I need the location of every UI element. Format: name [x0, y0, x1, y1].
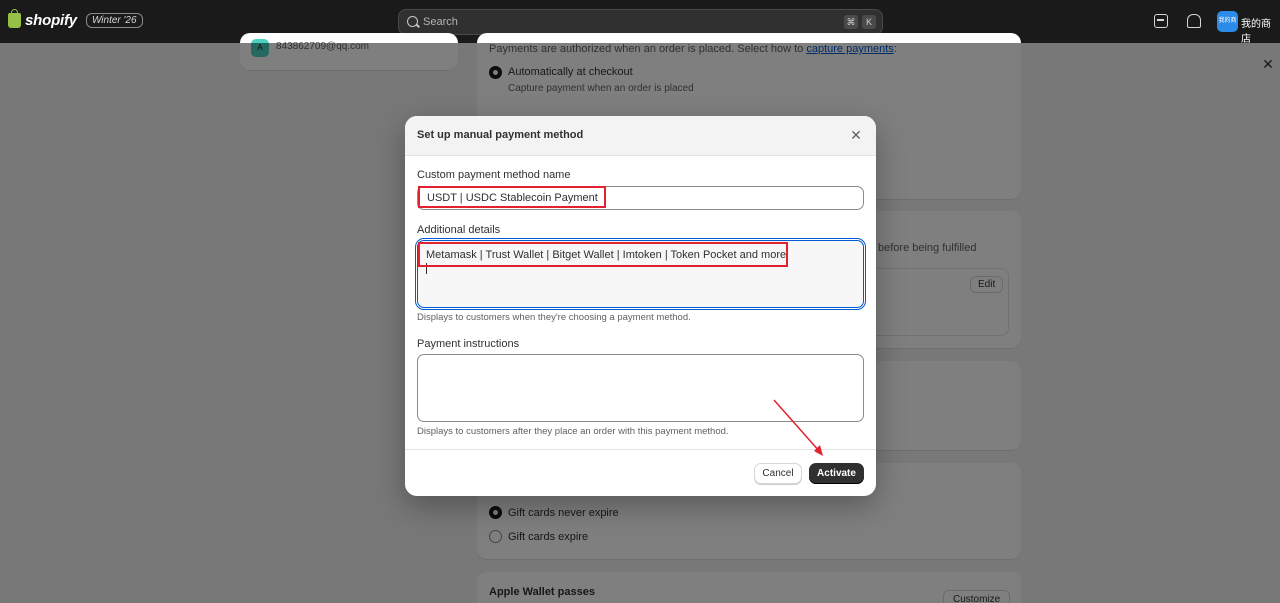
close-icon[interactable]: ✕ [848, 127, 864, 143]
store-icon[interactable] [1154, 14, 1168, 28]
search-input[interactable]: Search ⌘ K [398, 9, 883, 35]
modal-title: Set up manual payment method [417, 129, 584, 141]
instructions-help-text: Displays to customers after they place a… [417, 426, 729, 437]
annotation-box-details [418, 242, 788, 267]
details-help-text: Displays to customers when they're choos… [417, 312, 691, 323]
logo-text: shopify [25, 12, 77, 29]
version-badge: Winter '26 [85, 13, 143, 28]
details-label: Additional details [417, 224, 501, 236]
bell-icon[interactable] [1187, 14, 1201, 28]
search-icon [407, 16, 418, 27]
activate-button[interactable]: Activate [809, 463, 864, 484]
cancel-button[interactable]: Cancel [754, 463, 802, 484]
store-name[interactable]: 我的商店 [1241, 15, 1280, 45]
shortcut-cmd-key: ⌘ [844, 15, 858, 29]
search-placeholder: Search [423, 16, 458, 28]
shopify-logo[interactable]: shopify Winter '26 [8, 9, 143, 29]
instructions-label: Payment instructions [417, 338, 520, 350]
shortcut-k-key: K [862, 15, 876, 29]
store-avatar[interactable]: 我的商店 [1217, 11, 1238, 32]
annotation-box-name [418, 186, 606, 208]
modal-header: Set up manual payment method ✕ [405, 116, 876, 156]
shopify-bag-icon [8, 9, 21, 28]
annotation-arrow [773, 399, 823, 456]
name-label: Custom payment method name [417, 169, 571, 181]
